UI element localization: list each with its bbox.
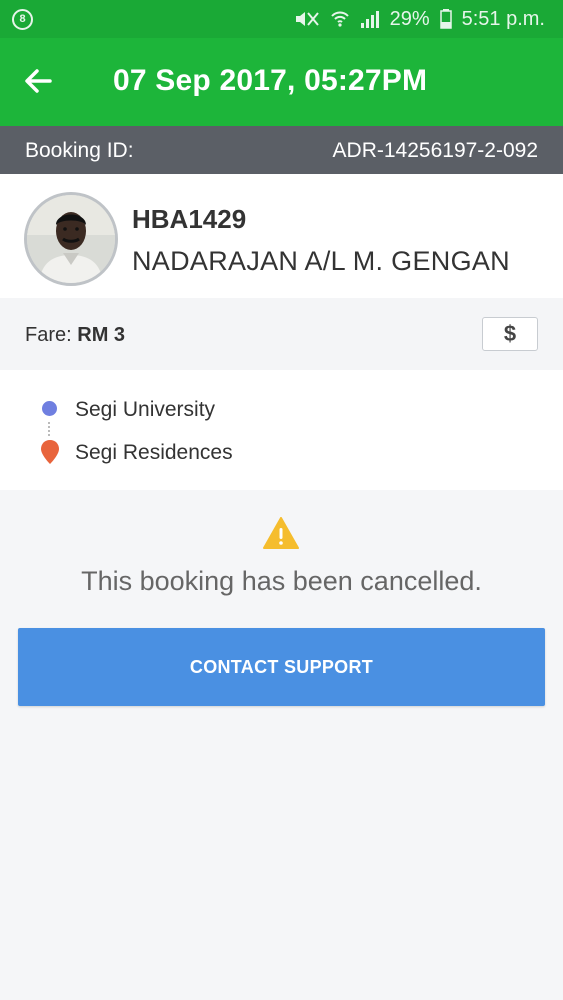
page-title: 07 Sep 2017, 05:27PM: [113, 64, 428, 97]
pickup-dot-icon: [42, 401, 57, 416]
route-card: Segi University Segi Residences: [0, 370, 563, 490]
fare-label: Fare:: [25, 324, 72, 346]
warning-icon: [263, 517, 299, 549]
signal-icon: [360, 11, 379, 28]
payment-method-button[interactable]: $: [482, 317, 538, 351]
booking-id-value: ADR-14256197-2-092: [332, 139, 538, 162]
status-bar: 8 29% 5:51 p.m.: [0, 0, 563, 38]
dropoff-pin-icon: [41, 440, 59, 464]
arrow-left-icon[interactable]: [22, 65, 54, 97]
notification-icon: 8: [12, 9, 33, 30]
clock: 5:51 p.m.: [461, 7, 545, 30]
status-icons: 29% 5:51 p.m.: [292, 0, 545, 38]
fare-row: Fare: RM 3 $: [0, 298, 563, 370]
app-bar: 07 Sep 2017, 05:27PM: [0, 38, 563, 126]
battery-icon: [439, 9, 452, 29]
contact-support-button[interactable]: CONTACT SUPPORT: [18, 628, 545, 706]
wifi-icon: [330, 11, 349, 27]
cancelled-message: This booking has been cancelled.: [81, 566, 482, 596]
fare-text: Fare: RM 3: [25, 324, 125, 347]
battery-percent: 29%: [389, 7, 430, 30]
driver-name: NADARAJAN A/L M. GENGAN: [132, 246, 510, 276]
dropoff-location: Segi Residences: [75, 441, 233, 464]
avatar: [24, 192, 118, 286]
booking-id-bar: Booking ID: ADR-14256197-2-092: [0, 126, 563, 174]
fare-amount: RM 3: [77, 324, 126, 346]
vehicle-plate: HBA1429: [132, 204, 247, 234]
mute-icon: [295, 12, 319, 26]
booking-id-label: Booking ID:: [25, 139, 134, 162]
driver-card: HBA1429 NADARAJAN A/L M. GENGAN: [0, 174, 563, 298]
route-divider: [48, 422, 50, 436]
pickup-location: Segi University: [75, 398, 216, 421]
